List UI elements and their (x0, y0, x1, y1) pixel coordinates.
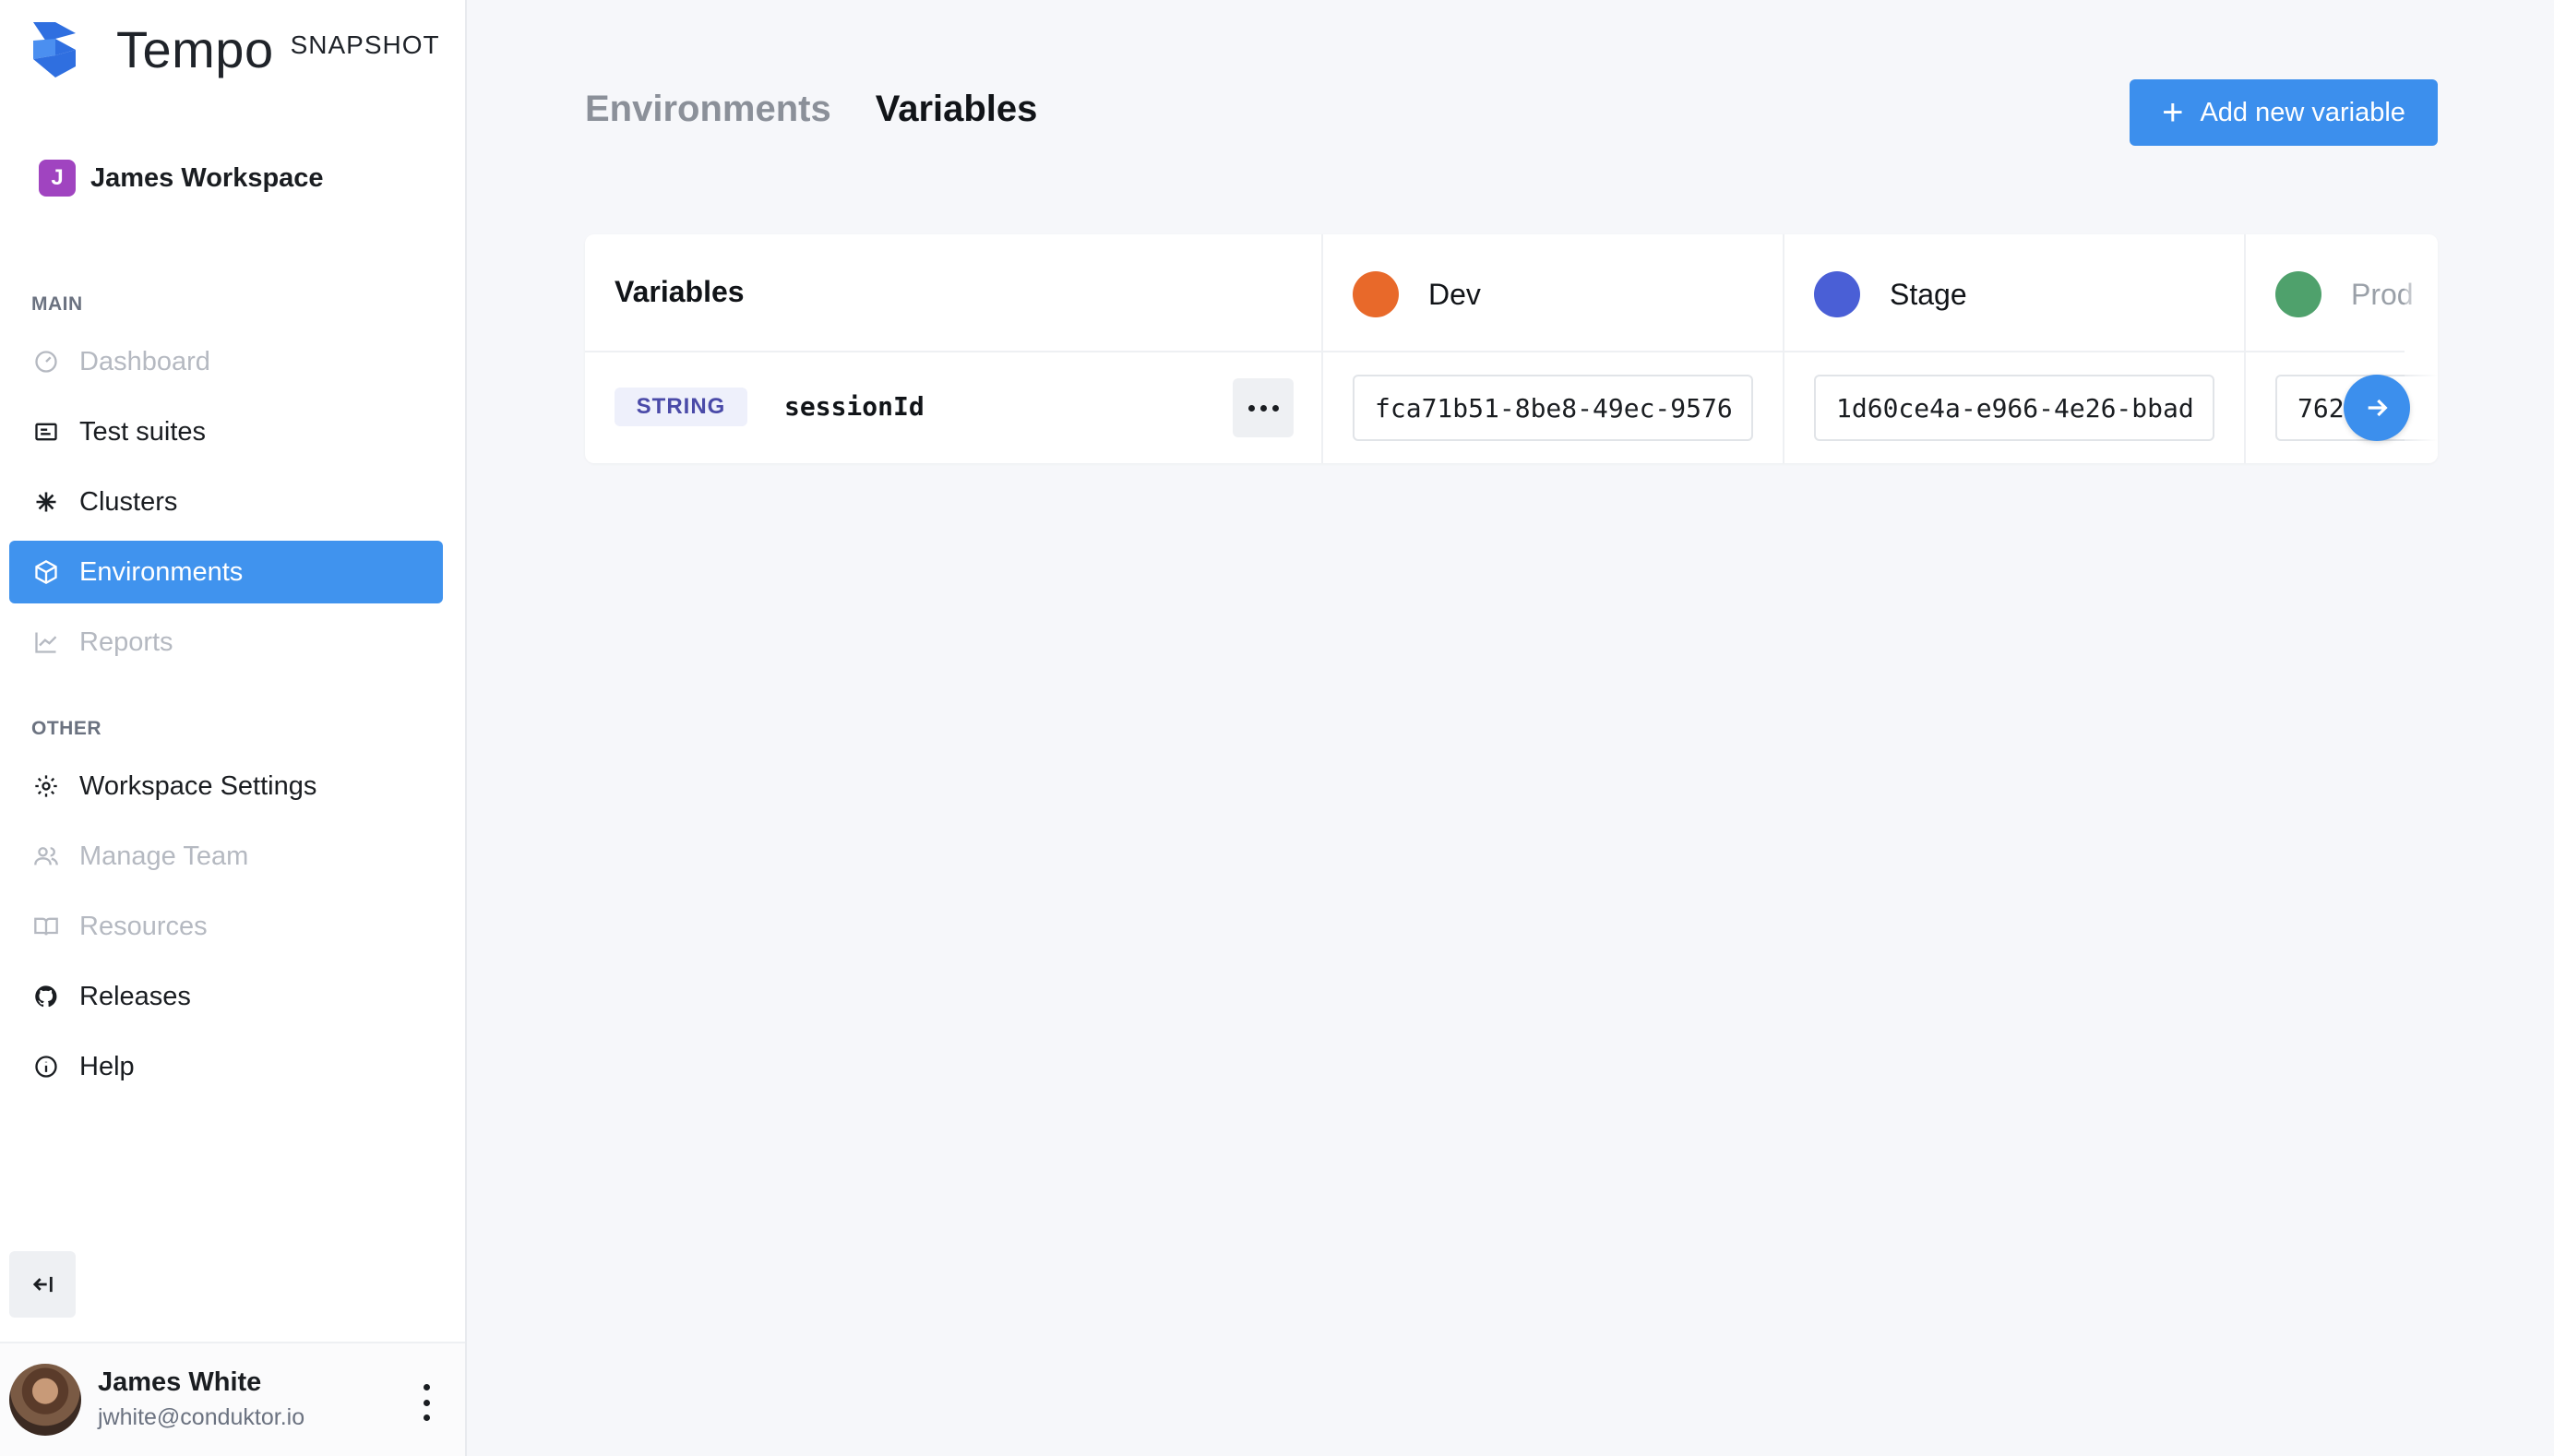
column-header-dev: Dev (1353, 271, 1481, 317)
user-email: jwhite@conduktor.io (98, 1404, 305, 1430)
collapse-arrow-icon (32, 1276, 53, 1293)
workspace-name: James Workspace (90, 162, 324, 193)
sidebar-item-workspace-settings[interactable]: Workspace Settings (9, 755, 443, 818)
info-icon (31, 1052, 61, 1081)
workspace-switcher[interactable]: J James Workspace (39, 160, 324, 197)
sidebar-item-help[interactable]: Help (9, 1035, 443, 1098)
arrow-right-icon (2368, 399, 2388, 417)
plus-icon: + (2162, 92, 2184, 133)
sidebar-item-reports[interactable]: Reports (9, 611, 443, 674)
cube-icon (31, 557, 61, 587)
variable-more-button[interactable] (1233, 378, 1294, 437)
column-divider (2244, 234, 2246, 463)
env-name: Dev (1428, 277, 1481, 311)
column-header-stage: Stage (1814, 271, 1967, 317)
section-label-main: MAIN (31, 293, 83, 315)
variable-type-badge: STRING (615, 388, 747, 426)
sidebar-item-label: Test suites (79, 416, 206, 447)
asterisk-icon (31, 487, 61, 517)
avatar[interactable] (9, 1364, 81, 1436)
gear-icon (31, 771, 61, 801)
sidebar-item-label: Help (79, 1051, 135, 1081)
kebab-dot (423, 1399, 430, 1406)
sidebar-item-dashboard[interactable]: Dashboard (9, 330, 443, 393)
sidebar-item-environments[interactable]: Environments (9, 541, 443, 603)
tempo-logo-icon (33, 22, 76, 78)
tab-environments[interactable]: Environments (585, 89, 831, 130)
section-label-other: OTHER (31, 718, 101, 739)
sidebar-item-label: Clusters (79, 486, 178, 517)
sidebar-item-test-suites[interactable]: Test suites (9, 400, 443, 463)
sidebar-item-releases[interactable]: Releases (9, 965, 443, 1028)
user-menu-button[interactable] (417, 1384, 436, 1421)
env-color-dot (2275, 271, 2321, 317)
chart-icon (31, 627, 61, 657)
sidebar-item-label: Releases (79, 981, 191, 1011)
app-name: Tempo (116, 19, 274, 78)
collapse-sidebar-button[interactable] (9, 1251, 76, 1318)
variables-table: Variables Dev Stage Prod STRING sessionI… (585, 234, 2438, 463)
scroll-right-button[interactable] (2344, 375, 2410, 441)
logo[interactable]: Tempo SNAPSHOT (28, 18, 440, 79)
list-icon (31, 417, 61, 447)
user-name: James White (98, 1367, 262, 1397)
user-panel: James White jwhite@conduktor.io (0, 1342, 465, 1456)
users-icon (31, 841, 61, 871)
add-new-variable-button[interactable]: + Add new variable (2130, 79, 2438, 146)
column-divider (1783, 234, 1784, 463)
more-dot (1259, 404, 1267, 412)
kebab-dot (423, 1384, 430, 1390)
dev-value-input[interactable]: fca71b51-8be8-49ec-9576 (1353, 375, 1753, 441)
sidebar-item-label: Resources (79, 911, 208, 941)
sidebar-item-label: Manage Team (79, 841, 249, 871)
stage-value-input[interactable]: 1d60ce4a-e966-4e26-bbad (1814, 375, 2214, 441)
sidebar-item-clusters[interactable]: Clusters (9, 471, 443, 533)
env-name: Stage (1890, 277, 1967, 311)
more-dot (1271, 404, 1279, 412)
sidebar-item-resources[interactable]: Resources (9, 895, 443, 958)
column-header-variables: Variables (615, 275, 745, 308)
sidebar-item-label: Reports (79, 627, 173, 657)
sidebar: Tempo SNAPSHOT J James Workspace MAIN Da… (0, 0, 467, 1456)
more-dot (1247, 404, 1255, 412)
github-icon (31, 982, 61, 1011)
sidebar-item-manage-team[interactable]: Manage Team (9, 825, 443, 888)
add-button-label: Add new variable (2200, 97, 2405, 127)
app-tag: SNAPSHOT (290, 30, 440, 59)
gauge-icon (31, 347, 61, 376)
sidebar-item-label: Environments (79, 556, 244, 587)
kebab-dot (423, 1414, 430, 1421)
scroll-fade (2405, 234, 2438, 463)
sidebar-item-label: Workspace Settings (79, 770, 317, 801)
column-header-prod: Prod (2275, 271, 2414, 317)
column-divider (1321, 234, 1323, 463)
env-color-dot (1353, 271, 1399, 317)
page-tabs: Environments Variables (585, 89, 1037, 130)
workspace-badge: J (39, 160, 76, 197)
book-icon (31, 912, 61, 941)
variable-name: sessionId (784, 391, 925, 422)
row-divider (585, 351, 2405, 352)
env-color-dot (1814, 271, 1860, 317)
sidebar-item-label: Dashboard (79, 346, 210, 376)
tab-variables[interactable]: Variables (876, 89, 1038, 130)
